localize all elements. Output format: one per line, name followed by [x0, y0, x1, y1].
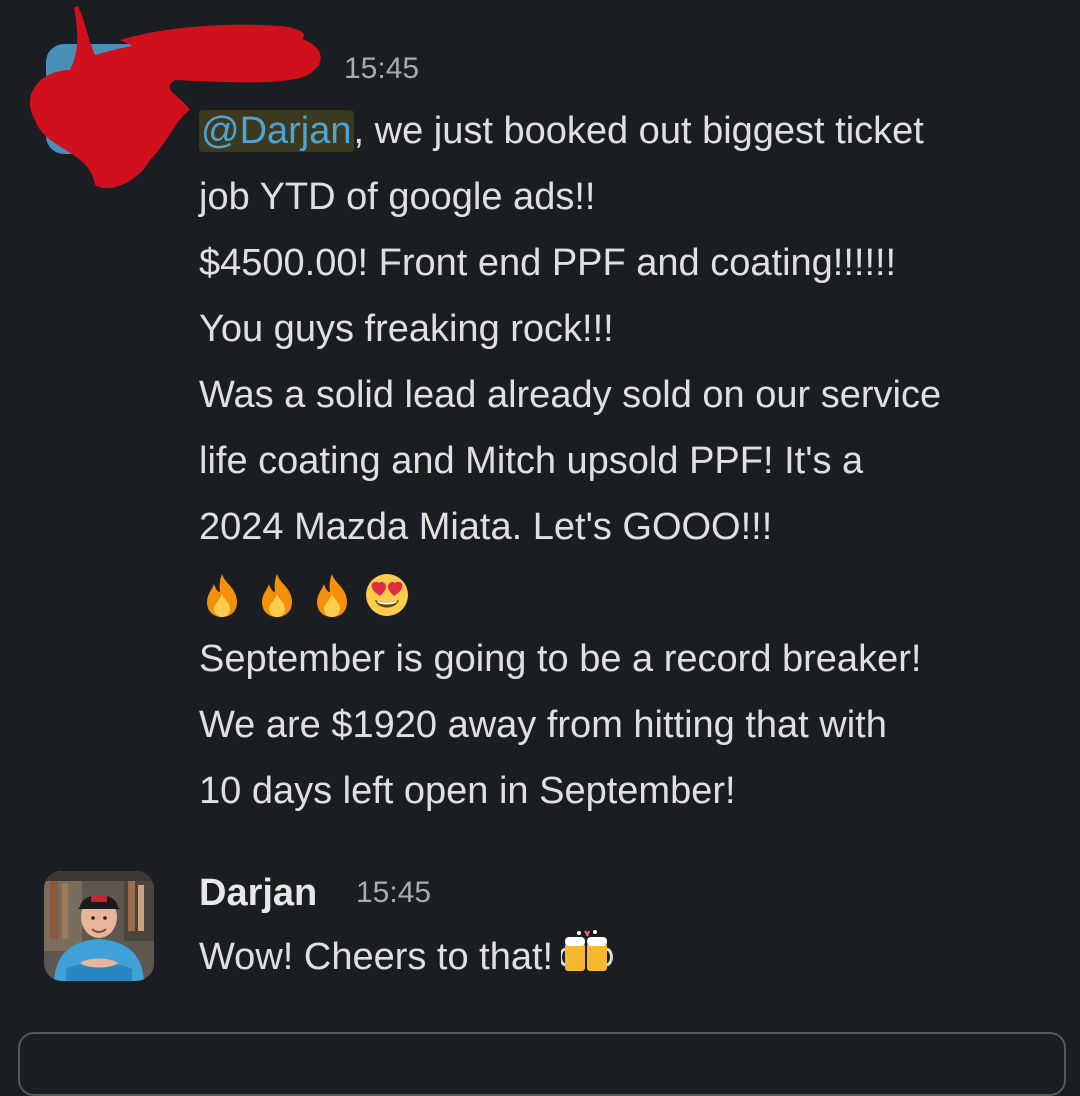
message-line-2: job YTD of google ads!!: [199, 176, 596, 218]
message-line-3: $4500.00! Front end PPF and coating!!!!!…: [199, 242, 897, 284]
fire-emoji: [199, 572, 245, 618]
message-composer[interactable]: [18, 1032, 1066, 1096]
emoji-row: [199, 560, 1059, 626]
sender-name[interactable]: Darjan: [199, 872, 317, 915]
heart-eyes-emoji: [364, 572, 410, 618]
message-body: @Darjan, we just booked out biggest tick…: [199, 98, 1059, 824]
message-1: 15:45 @Darjan, we just booked out bigges…: [0, 0, 1080, 850]
message-timestamp[interactable]: 15:45: [356, 876, 431, 910]
message-timestamp[interactable]: 15:45: [344, 52, 419, 86]
message-line: Wow! Cheers to that!: [199, 924, 1059, 990]
message-line-10: 10 days left open in September!: [199, 770, 736, 812]
user-mention[interactable]: @Darjan: [199, 110, 354, 152]
message-line-1: @Darjan, we just booked out biggest tick…: [199, 98, 1059, 164]
beer-mugs-emoji: [559, 929, 614, 975]
message-line-9: We are $1920 away from hitting that with: [199, 704, 887, 746]
message-body: Wow! Cheers to that!: [199, 924, 1059, 990]
message-line-8: September is going to be a record breake…: [199, 638, 922, 680]
message-text: , we just booked out biggest ticket: [353, 110, 924, 152]
fire-emoji: [309, 572, 355, 618]
darjan-avatar[interactable]: [44, 871, 154, 981]
message-text: Wow! Cheers to that!: [199, 936, 554, 978]
message-line-5: Was a solid lead already sold on our ser…: [199, 374, 942, 416]
message-line-6: life coating and Mitch upsold PPF! It's …: [199, 440, 864, 482]
message-line-7: 2024 Mazda Miata. Let's GOOO!!!: [199, 506, 773, 548]
fire-emoji: [254, 572, 300, 618]
message-line-4: You guys freaking rock!!!: [199, 308, 614, 350]
